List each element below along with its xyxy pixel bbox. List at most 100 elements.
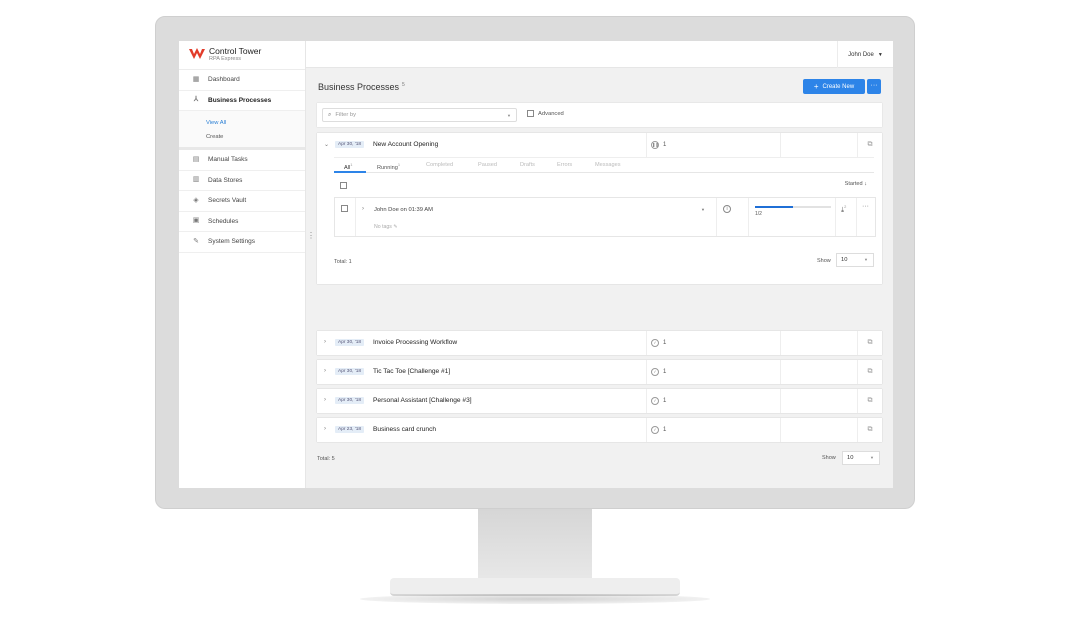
sidebar-item-schedules[interactable]: ▣ Schedules	[179, 212, 305, 232]
instance-row[interactable]: › John Doe on 01:39 AM No tags ✎ ▼ i 1/2…	[334, 197, 876, 237]
check-circle-icon: ✓	[651, 339, 659, 347]
pause-circle-icon: ❚❚	[651, 141, 659, 149]
external-link-icon[interactable]: ⧉	[857, 389, 882, 413]
tab-label: Running	[377, 164, 398, 171]
download-badge: 2	[844, 204, 847, 209]
process-date-badge: Apr 30, '18	[335, 141, 365, 148]
process-date-badge: Apr 30, '18	[335, 339, 365, 346]
search-icon: ⌕	[328, 111, 332, 118]
download-icon[interactable]: ⤓2	[841, 204, 846, 214]
wrench-icon: ✎	[193, 237, 199, 245]
sidebar-item-system-settings[interactable]: ✎ System Settings	[179, 232, 305, 253]
process-name[interactable]: Invoice Processing Workflow	[373, 339, 457, 346]
chevron-right-icon[interactable]: ›	[324, 368, 326, 374]
filter-bar: ⌕ Filter by ▼ Advanced	[317, 103, 882, 127]
chevron-down-icon: ▼	[864, 257, 868, 262]
external-link-icon[interactable]: ⧉	[857, 133, 882, 157]
monitor-shadow	[360, 594, 710, 604]
sidebar-item-secrets-vault[interactable]: ◈ Secrets Vault	[179, 191, 305, 212]
info-col	[716, 198, 748, 236]
process-card[interactable]: › Apr 30, '18 Personal Assistant [Challe…	[317, 389, 882, 413]
subnav-view-all[interactable]: View All	[179, 116, 305, 130]
sidebar: Control Tower RPA Express ▦ Dashboard ⅄ …	[179, 41, 306, 488]
count-value: 1	[663, 369, 667, 375]
process-name[interactable]: New Account Opening	[373, 141, 438, 148]
sidebar-item-manual-tasks[interactable]: ▤ Manual Tasks	[179, 150, 305, 171]
process-card[interactable]: › Apr 30, '18 Invoice Processing Workflo…	[317, 331, 882, 355]
chevron-right-icon[interactable]: ›	[324, 426, 326, 432]
tab-errors[interactable]: Errors	[557, 162, 572, 168]
count-value: 1	[663, 340, 667, 346]
process-header[interactable]: › Apr 30, '18 Invoice Processing Workflo…	[317, 331, 882, 355]
chevron-right-icon[interactable]: ›	[324, 397, 326, 403]
tab-drafts[interactable]: Drafts	[520, 162, 535, 168]
brand-title: Control Tower	[209, 46, 262, 56]
process-header[interactable]: ⌄ Apr 30, '18 New Account Opening ❚❚ 1 ⧉	[317, 133, 882, 157]
more-horizontal-icon[interactable]: ···	[862, 203, 869, 210]
page-title: Business Processes 5	[318, 82, 405, 92]
info-icon[interactable]: i	[723, 205, 731, 213]
tab-all[interactable]: All1	[344, 162, 352, 171]
tab-count: 1	[350, 162, 353, 167]
check-circle-icon: ✓	[651, 426, 659, 434]
process-card[interactable]: › Apr 30, '18 Tic Tac Toe [Challenge #1]…	[317, 360, 882, 384]
instance-tags[interactable]: No tags ✎	[374, 224, 398, 230]
chevron-right-icon[interactable]: ›	[324, 339, 326, 345]
external-link-icon[interactable]: ⧉	[857, 331, 882, 355]
instance-main-col	[355, 198, 715, 236]
advanced-toggle[interactable]: Advanced	[527, 110, 564, 117]
create-new-button[interactable]: + Create New	[803, 79, 865, 94]
process-card[interactable]: › Apr 23, '18 Business card crunch ✓ 1 ⧉	[317, 418, 882, 442]
advanced-checkbox[interactable]	[527, 110, 534, 117]
chevron-down-icon[interactable]: ⌄	[324, 141, 329, 148]
more-actions-button[interactable]: ···	[867, 79, 881, 94]
user-menu[interactable]: John Doe ▼	[837, 41, 893, 68]
count-value: 1	[663, 142, 667, 148]
sort-started[interactable]: Started ↓	[845, 181, 867, 187]
instance-name: John Doe on 01:39 AM	[374, 207, 433, 213]
brand[interactable]: Control Tower RPA Express	[179, 41, 305, 70]
tab-completed[interactable]: Completed	[426, 162, 453, 168]
filter-input[interactable]: ⌕ Filter by ▼	[322, 108, 517, 122]
process-header[interactable]: › Apr 23, '18 Business card crunch ✓ 1 ⧉	[317, 418, 882, 442]
process-total: Total: 5	[317, 456, 335, 462]
tags-text: No tags	[374, 224, 392, 230]
monitor-stand-neck	[478, 509, 592, 581]
tab-messages[interactable]: Messages	[595, 162, 621, 168]
tab-running[interactable]: Running1	[377, 162, 400, 171]
external-link-icon[interactable]: ⧉	[857, 418, 882, 442]
filter-placeholder: Filter by	[335, 112, 356, 118]
process-name[interactable]: Business card crunch	[373, 426, 436, 433]
sidebar-item-dashboard[interactable]: ▦ Dashboard	[179, 70, 305, 91]
page-size-select[interactable]: 10 ▼	[836, 253, 874, 267]
page-size-select[interactable]: 10 ▼	[842, 451, 880, 465]
plus-icon: +	[813, 82, 819, 91]
process-header[interactable]: › Apr 30, '18 Tic Tac Toe [Challenge #1]…	[317, 360, 882, 384]
process-name[interactable]: Tic Tac Toe [Challenge #1]	[373, 368, 450, 375]
task-icon: ▤	[192, 155, 200, 163]
brand-subtitle: RPA Express	[209, 56, 241, 62]
process-card-expanded: ⌄ Apr 30, '18 New Account Opening ❚❚ 1 ⧉…	[317, 133, 882, 284]
process-name[interactable]: Personal Assistant [Challenge #3]	[373, 397, 472, 404]
process-date-badge: Apr 23, '18	[335, 426, 365, 433]
process-instance-count: ✓ 1	[646, 331, 781, 355]
external-link-icon[interactable]: ⧉	[857, 360, 882, 384]
select-all-checkbox[interactable]	[340, 182, 347, 189]
sidebar-item-data-stores[interactable]: ▥ Data Stores	[179, 171, 305, 191]
chevron-down-icon: ▼	[877, 51, 883, 58]
tab-paused[interactable]: Paused	[478, 162, 497, 168]
sidebar-item-label: System Settings	[208, 238, 255, 246]
subnav-create[interactable]: Create	[179, 130, 305, 144]
sidebar-item-business-processes[interactable]: ⅄ Business Processes	[179, 91, 305, 111]
chevron-down-icon[interactable]: ▼	[701, 207, 705, 212]
process-header[interactable]: › Apr 30, '18 Personal Assistant [Challe…	[317, 389, 882, 413]
progress-bar	[755, 206, 831, 208]
instance-checkbox[interactable]	[341, 205, 348, 212]
check-circle-icon: ✓	[651, 368, 659, 376]
show-label: Show	[817, 258, 831, 264]
monitor-frame: Control Tower RPA Express ▦ Dashboard ⅄ …	[155, 16, 915, 509]
chevron-right-icon[interactable]: ›	[362, 206, 364, 212]
pencil-icon[interactable]: ✎	[393, 224, 397, 230]
page-size-value: 10	[847, 455, 854, 461]
progress-fill	[755, 206, 793, 208]
